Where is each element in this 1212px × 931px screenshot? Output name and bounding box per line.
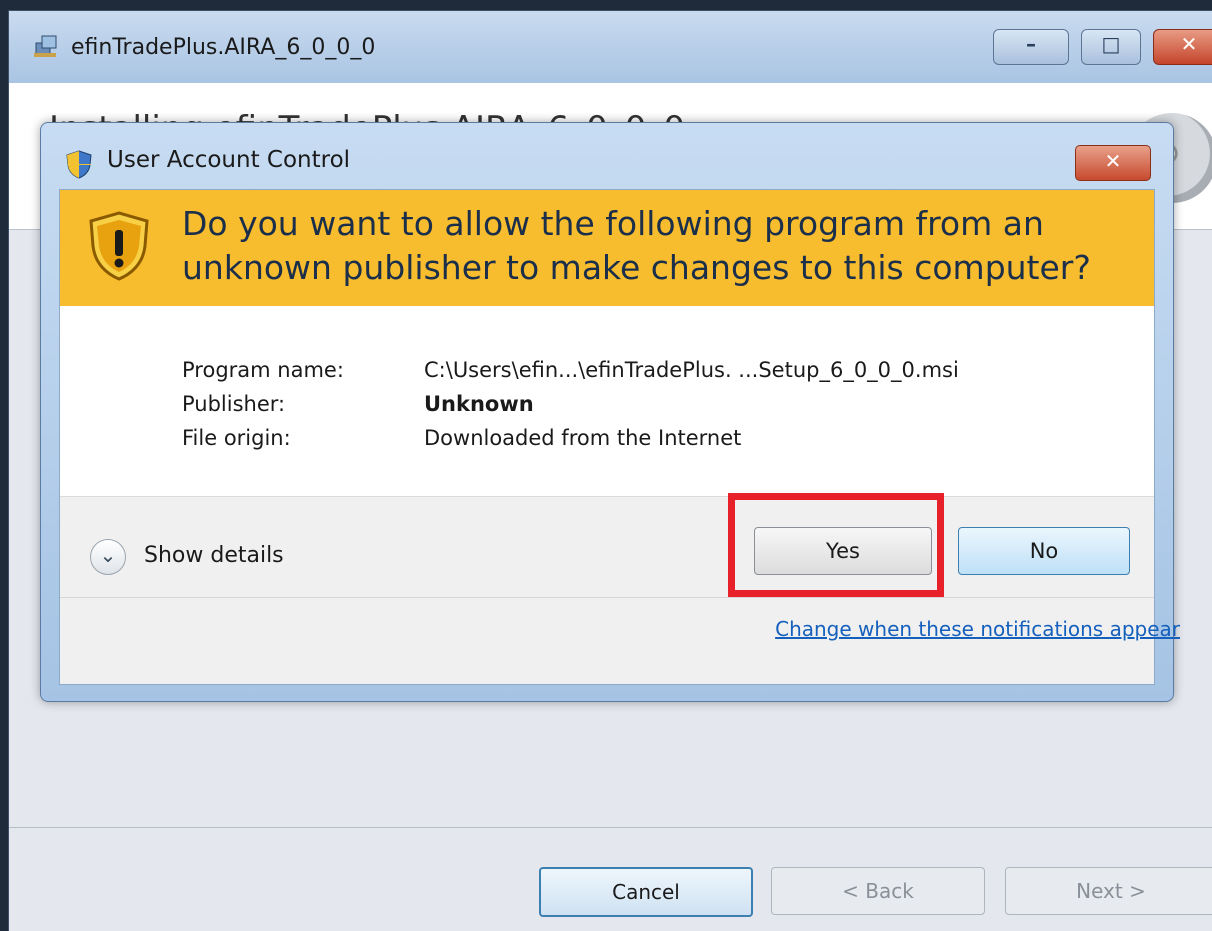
uac-shield-icon bbox=[66, 150, 92, 179]
program-name-label: Program name: bbox=[182, 358, 344, 382]
installer-close-button[interactable]: ✕ bbox=[1153, 29, 1212, 65]
change-notifications-link[interactable]: Change when these notifications appear bbox=[775, 617, 1180, 641]
show-details-label[interactable]: Show details bbox=[144, 543, 284, 568]
file-origin-label: File origin: bbox=[182, 426, 291, 450]
uac-divider bbox=[60, 597, 1154, 598]
minimize-button[interactable]: – bbox=[993, 29, 1069, 65]
no-button[interactable]: No bbox=[958, 527, 1130, 575]
publisher-label: Publisher: bbox=[182, 392, 286, 416]
minimize-icon: – bbox=[1026, 32, 1036, 56]
close-icon: ✕ bbox=[1104, 149, 1122, 173]
uac-close-button[interactable]: ✕ bbox=[1075, 145, 1151, 181]
uac-content: Do you want to allow the following progr… bbox=[59, 189, 1180, 685]
installer-titlebar: efinTradePlus.AIRA_6_0_0_0 – □ ✕ bbox=[9, 11, 1212, 84]
file-origin-value: Downloaded from the Internet bbox=[424, 426, 742, 450]
installer-title: efinTradePlus.AIRA_6_0_0_0 bbox=[71, 35, 376, 60]
installer-app-icon bbox=[34, 35, 57, 57]
cancel-button[interactable]: Cancel bbox=[539, 867, 753, 917]
maximize-icon: □ bbox=[1101, 32, 1121, 56]
uac-question: Do you want to allow the following progr… bbox=[182, 204, 1091, 287]
maximize-button[interactable]: □ bbox=[1081, 29, 1141, 65]
next-button[interactable]: Next > bbox=[1005, 867, 1212, 915]
uac-title: User Account Control bbox=[107, 147, 351, 173]
uac-dialog: User Account Control ✕ Do you want to al… bbox=[40, 122, 1180, 702]
yes-highlight-box bbox=[728, 493, 944, 597]
warning-shield-icon bbox=[89, 211, 149, 281]
publisher-value: Unknown bbox=[424, 392, 534, 416]
chevron-down-icon: ⌄ bbox=[99, 543, 117, 567]
warning-banner: Do you want to allow the following progr… bbox=[60, 190, 1154, 306]
installer-divider bbox=[9, 827, 1212, 828]
close-icon: ✕ bbox=[1180, 32, 1198, 56]
show-details-toggle[interactable]: ⌄ bbox=[90, 539, 126, 575]
back-button[interactable]: < Back bbox=[771, 867, 985, 915]
uac-button-area: ⌄ Show details Yes No Change when these … bbox=[60, 493, 1180, 684]
program-name-value: C:\Users\efin...\efinTradePlus. ...Setup… bbox=[424, 358, 959, 382]
